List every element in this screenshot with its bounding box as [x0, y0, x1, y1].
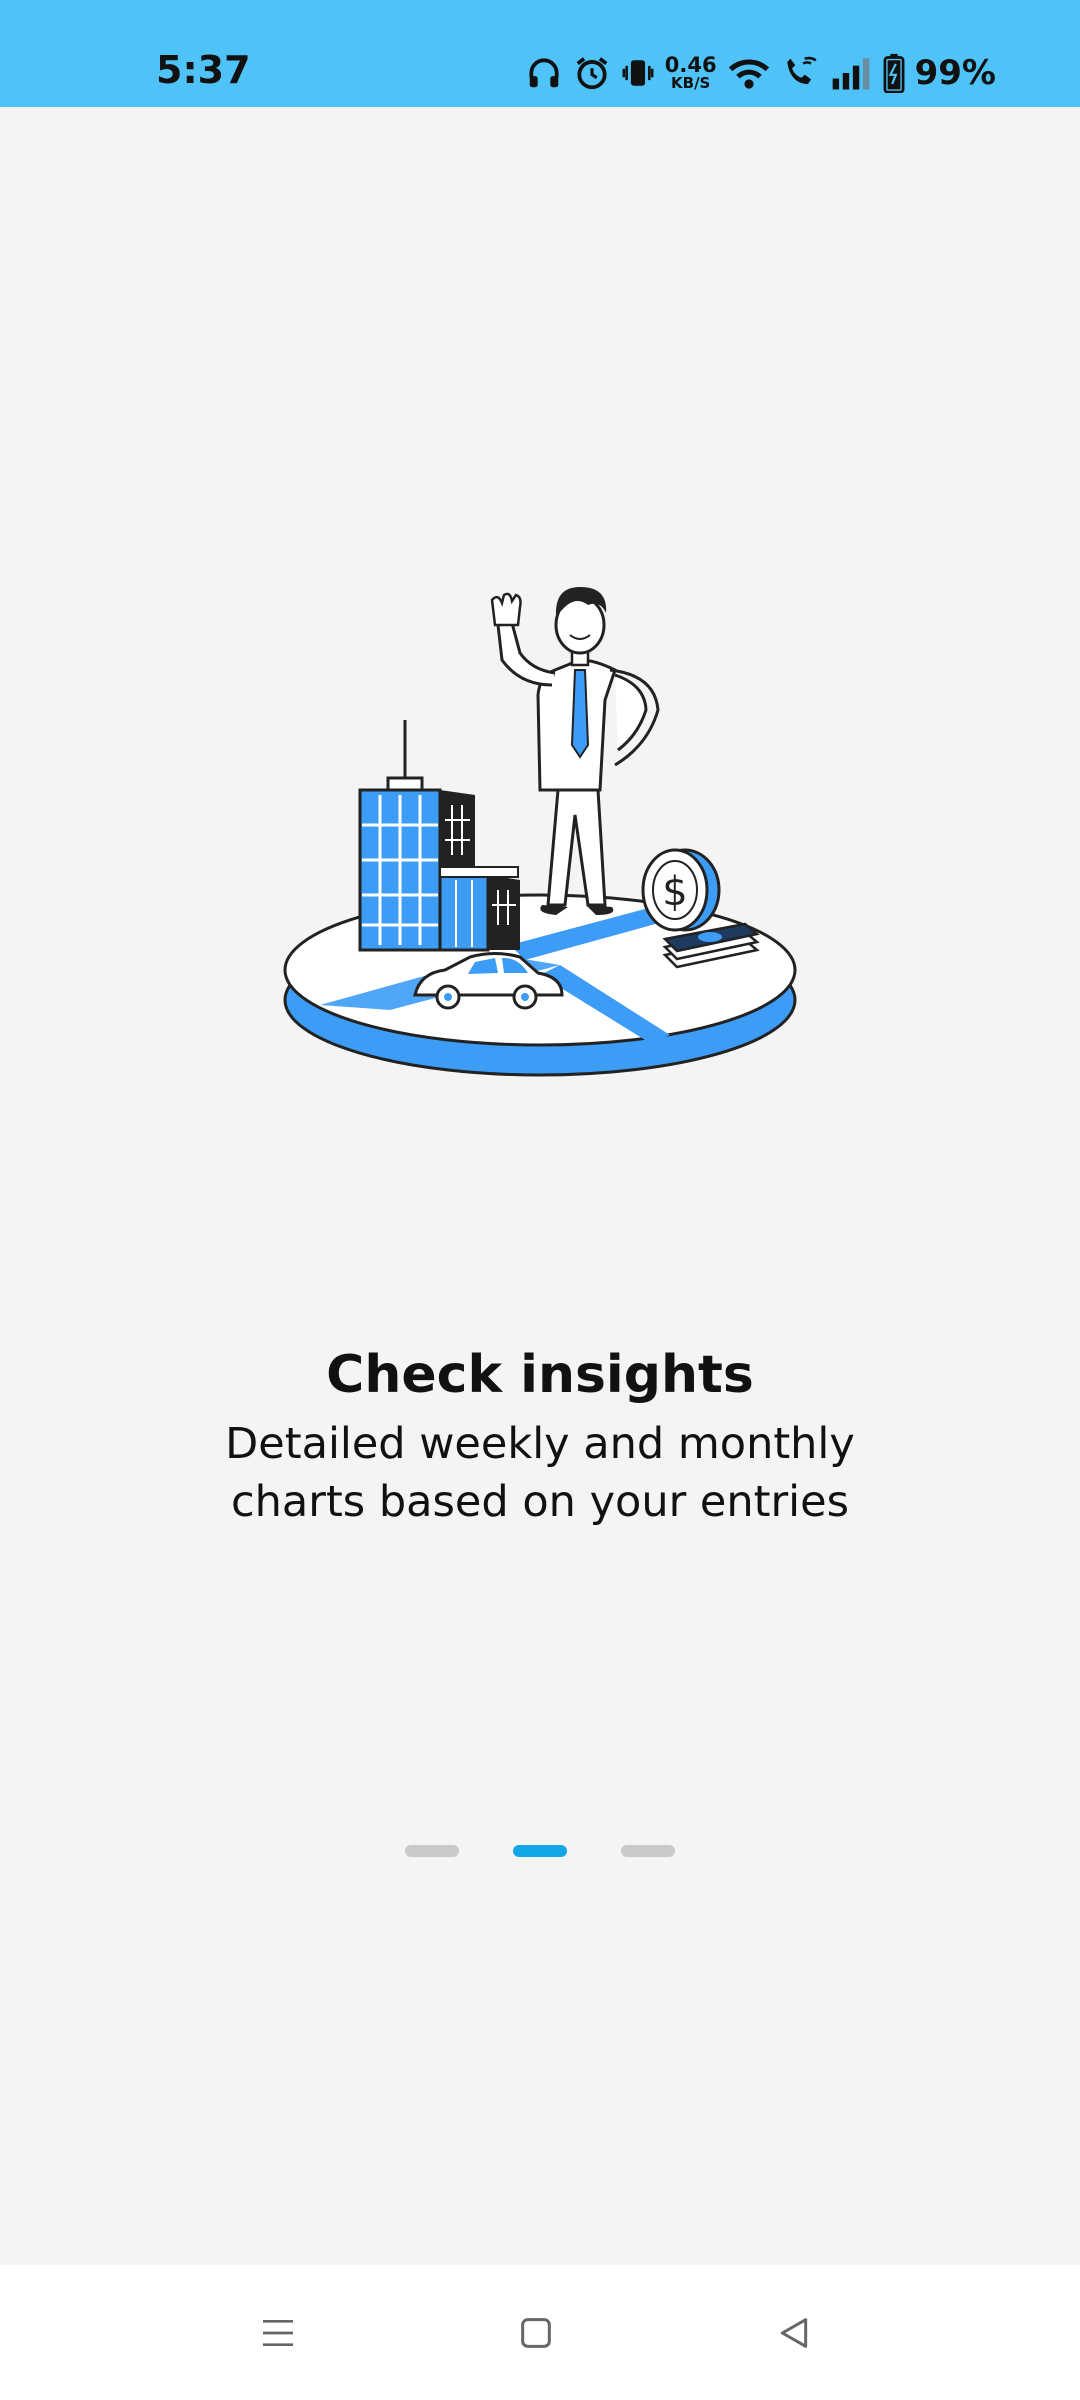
recent-apps-button[interactable]: [248, 2305, 308, 2365]
network-speed: 0.46 KB/S: [665, 55, 717, 91]
onboarding-subtitle: Detailed weekly and monthly charts based…: [200, 1415, 880, 1531]
wifi-calling-icon: [781, 54, 819, 92]
onboarding-subtitle-line1: Detailed weekly and monthly: [225, 1419, 855, 1469]
onboarding-page[interactable]: [0, 107, 1080, 2265]
network-speed-value: 0.46: [664, 53, 717, 77]
battery-icon: [883, 53, 905, 93]
page-dot-3[interactable]: [621, 1845, 675, 1857]
onboarding-title: Check insights: [326, 1345, 754, 1405]
home-icon: [516, 2313, 556, 2358]
page-dot-1[interactable]: [405, 1845, 459, 1857]
status-bar: 5:37 0.46 KB/S 99%: [0, 0, 1080, 107]
back-button[interactable]: [764, 2305, 824, 2365]
onboarding-subtitle-line2: charts based on your entries: [231, 1477, 849, 1527]
status-icons: 0.46 KB/S 99%: [525, 42, 996, 104]
page-dot-2-active[interactable]: [513, 1845, 567, 1857]
wifi-icon: [727, 54, 771, 92]
svg-text:$: $: [662, 869, 687, 915]
status-time: 5:37: [156, 48, 251, 92]
battery-percent: 99%: [914, 53, 996, 93]
home-button[interactable]: [506, 2305, 566, 2365]
network-speed-unit: KB/S: [671, 74, 711, 92]
headphones-icon: [525, 54, 563, 92]
page-indicator: [0, 1845, 1080, 1859]
vibrate-icon: [621, 54, 655, 92]
back-icon: [774, 2313, 814, 2358]
menu-icon: [258, 2313, 298, 2358]
signal-icon: [829, 54, 873, 92]
insights-illustration: $: [270, 495, 810, 1095]
alarm-icon: [573, 54, 611, 92]
system-navigation-bar: [0, 2265, 1080, 2400]
